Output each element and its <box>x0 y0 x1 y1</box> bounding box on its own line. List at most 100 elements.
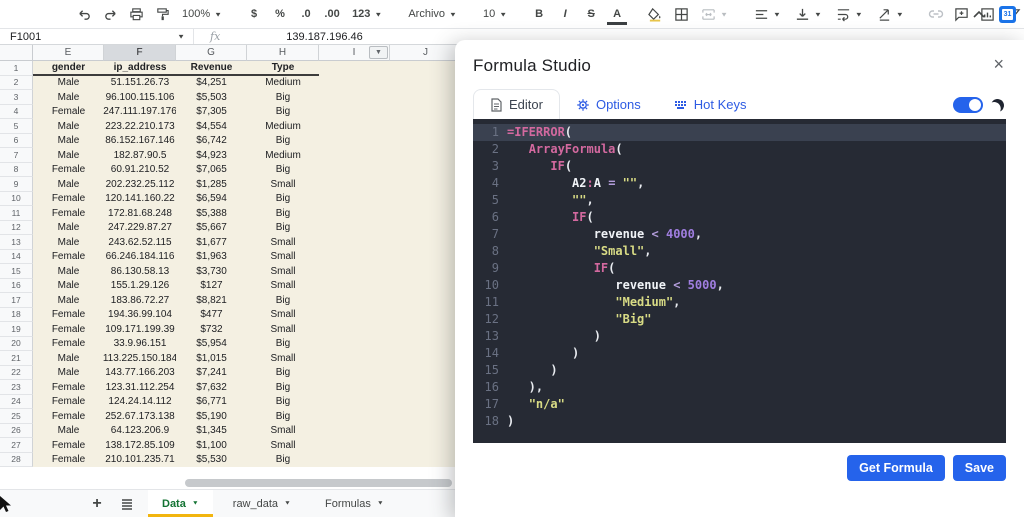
cell[interactable]: Revenue <box>176 61 247 76</box>
cell[interactable]: $4,554 <box>176 119 247 134</box>
decrease-decimal-button[interactable]: .0 <box>294 2 318 26</box>
cell[interactable]: Small <box>247 278 319 293</box>
cell[interactable]: $1,963 <box>176 249 247 264</box>
column-header-F[interactable]: F <box>104 45 176 61</box>
cell[interactable]: Female <box>33 191 104 206</box>
cell[interactable]: 247.111.197.176 <box>103 104 177 119</box>
cell[interactable]: 86.152.167.146 <box>104 133 176 148</box>
cell[interactable]: Female <box>33 452 104 467</box>
row-header-4[interactable]: 4 <box>0 104 33 119</box>
cell[interactable]: ip_address <box>104 61 176 76</box>
code-line-11[interactable]: 11 "Medium", <box>473 294 1006 311</box>
column-header-J[interactable]: J <box>390 45 462 61</box>
cell[interactable] <box>319 206 390 221</box>
cell[interactable] <box>390 351 462 366</box>
column-header-I[interactable]: I ▼ <box>319 45 390 61</box>
cell[interactable]: $7,065 <box>176 162 247 177</box>
cell[interactable]: $127 <box>176 278 247 293</box>
code-line-1[interactable]: 1 =IFERROR( <box>473 124 1006 141</box>
cell[interactable] <box>390 177 462 192</box>
cell[interactable]: 124.24.14.112 <box>104 394 176 409</box>
cell[interactable]: 243.62.52.115 <box>104 235 176 250</box>
cell[interactable]: Female <box>33 380 104 395</box>
cell[interactable]: Small <box>247 177 319 192</box>
cell[interactable]: 252.67.173.138 <box>104 409 176 424</box>
cell[interactable]: $5,667 <box>176 220 247 235</box>
cell[interactable]: 143.77.166.203 <box>104 365 176 380</box>
cell[interactable]: Big <box>247 191 319 206</box>
cell[interactable]: Male <box>33 148 104 163</box>
row-header-17[interactable]: 17 <box>0 293 33 308</box>
cell[interactable]: $5,954 <box>176 336 247 351</box>
code-line-9[interactable]: 9 IF( <box>473 260 1006 277</box>
cell[interactable]: Male <box>33 177 104 192</box>
undo-button[interactable] <box>72 2 96 26</box>
cell[interactable]: $477 <box>176 307 247 322</box>
cell[interactable]: Female <box>33 249 104 264</box>
cell[interactable]: Female <box>33 409 104 424</box>
row-header-20[interactable]: 20 <box>0 336 33 351</box>
cell[interactable] <box>319 322 390 337</box>
cell[interactable]: Male <box>33 220 104 235</box>
cell[interactable]: 155.1.29.126 <box>104 278 176 293</box>
row-header-27[interactable]: 27 <box>0 438 33 453</box>
cell[interactable]: Male <box>33 264 104 279</box>
bold-button[interactable]: B <box>527 2 551 26</box>
column-header-G[interactable]: G <box>176 45 247 61</box>
row-header-2[interactable]: 2 <box>0 75 33 90</box>
print-button[interactable] <box>124 2 148 26</box>
name-box[interactable]: F1001 ▼ <box>0 29 193 44</box>
font-select[interactable]: Archivo ▼ <box>402 2 463 26</box>
italic-button[interactable]: I <box>553 2 577 26</box>
cell[interactable] <box>319 162 390 177</box>
text-rotation-select[interactable]: ▼ <box>871 2 910 26</box>
cell[interactable]: Medium <box>247 148 319 163</box>
cell[interactable]: Male <box>33 423 104 438</box>
code-editor[interactable]: 1 =IFERROR(2 ArrayFormula(3 IF(4 A2:A = "… <box>473 119 1006 443</box>
cell[interactable]: Big <box>247 220 319 235</box>
code-line-17[interactable]: 17 "n/a" <box>473 396 1006 413</box>
cell[interactable]: 202.232.25.112 <box>104 177 176 192</box>
row-header-28[interactable]: 28 <box>0 452 33 467</box>
cell[interactable] <box>390 148 462 163</box>
cell[interactable] <box>319 61 390 76</box>
redo-button[interactable] <box>98 2 122 26</box>
cell[interactable] <box>319 104 390 119</box>
cell[interactable]: $5,530 <box>176 452 247 467</box>
row-header-6[interactable]: 6 <box>0 133 33 148</box>
cell[interactable]: 123.31.112.254 <box>104 380 176 395</box>
cell[interactable] <box>390 423 462 438</box>
cell[interactable] <box>319 438 390 453</box>
cell[interactable]: $6,771 <box>176 394 247 409</box>
code-line-10[interactable]: 10 revenue < 5000, <box>473 277 1006 294</box>
row-header-8[interactable]: 8 <box>0 162 33 177</box>
cell[interactable] <box>319 133 390 148</box>
cell[interactable] <box>390 264 462 279</box>
code-line-18[interactable]: 18) <box>473 413 1006 430</box>
code-line-2[interactable]: 2 ArrayFormula( <box>473 141 1006 158</box>
cell[interactable]: $4,923 <box>176 148 247 163</box>
cell[interactable]: $8,821 <box>176 293 247 308</box>
cell[interactable] <box>319 409 390 424</box>
cell[interactable] <box>390 307 462 322</box>
collapse-toolbar-button[interactable] <box>973 7 985 21</box>
cell[interactable]: Small <box>247 235 319 250</box>
cell[interactable] <box>319 148 390 163</box>
cell[interactable]: 60.91.210.52 <box>104 162 176 177</box>
row-header-21[interactable]: 21 <box>0 351 33 366</box>
sheet-tab-data[interactable]: Data ▼ <box>148 490 213 517</box>
cell[interactable]: Big <box>247 452 319 467</box>
cell[interactable]: 223.22.210.173 <box>104 119 176 134</box>
cell[interactable]: Big <box>247 206 319 221</box>
cell[interactable]: 120.141.160.22 <box>104 191 176 206</box>
cell[interactable]: 113.225.150.184 <box>103 351 177 366</box>
cell[interactable]: Male <box>33 278 104 293</box>
increase-decimal-button[interactable]: .00 <box>320 2 344 26</box>
column-header-E[interactable]: E <box>33 45 104 61</box>
cell[interactable]: Male <box>33 351 104 366</box>
cell[interactable]: Female <box>33 438 104 453</box>
cell[interactable]: Big <box>247 380 319 395</box>
code-line-7[interactable]: 7 revenue < 4000, <box>473 226 1006 243</box>
cell[interactable] <box>390 191 462 206</box>
code-line-12[interactable]: 12 "Big" <box>473 311 1006 328</box>
